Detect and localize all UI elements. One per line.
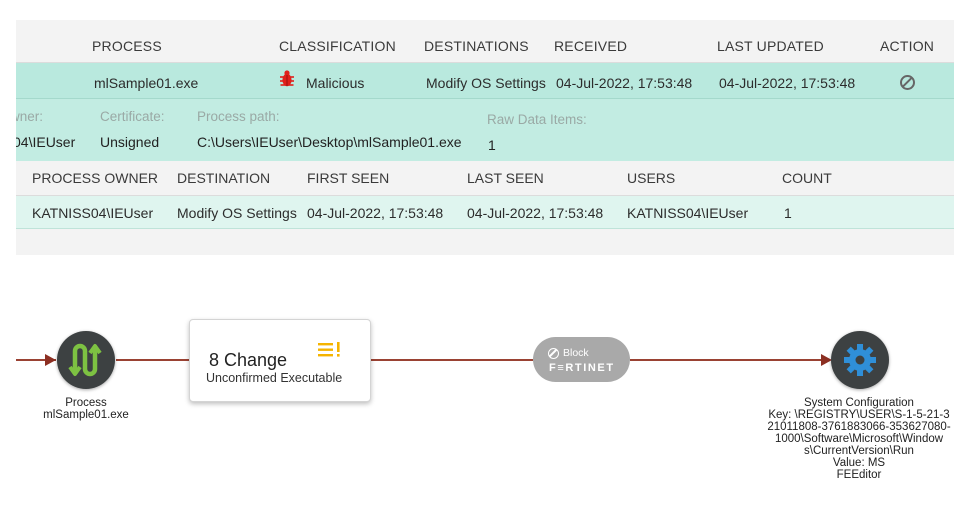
target-line: s\CurrentVersion\Run <box>804 445 914 457</box>
col-users[interactable]: USERS <box>627 170 675 186</box>
sub-destination-value: Modify OS Settings <box>177 205 297 221</box>
table-row[interactable]: KATNISS04\IEUser Modify OS Settings 04-J… <box>16 196 954 229</box>
certificate-value: Unsigned <box>100 134 160 150</box>
col-last-updated[interactable]: LAST UPDATED <box>717 38 824 54</box>
gear-icon <box>844 344 876 376</box>
count-value: 1 <box>784 205 792 221</box>
first-seen-value: 04-Jul-2022, 17:53:48 <box>307 205 444 221</box>
col-process-owner[interactable]: PROCESS OWNER <box>32 170 158 186</box>
block-node[interactable]: Block F≡RTINET <box>533 337 630 382</box>
col-first-seen[interactable]: FIRST SEEN <box>307 170 389 186</box>
target-line: Value: MS <box>832 457 886 469</box>
process-node-label: Process mlSample01.exe <box>28 397 144 421</box>
process-name: mlSample01.exe <box>94 75 199 91</box>
process-path-value: C:\Users\IEUser\Desktop\mlSample01.exe <box>197 134 462 150</box>
vendor-logo: F≡RTINET <box>549 362 615 374</box>
process-node[interactable] <box>57 331 115 389</box>
col-classification[interactable]: CLASSIFICATION <box>279 38 396 54</box>
process-owner-value: KATNISS04\IEUser <box>32 205 154 221</box>
destination-value: Modify OS Settings <box>426 75 546 91</box>
target-line: FEEditor <box>836 469 882 481</box>
raw-data-value[interactable]: 1 <box>488 137 496 153</box>
block-action-icon[interactable] <box>900 75 915 90</box>
col-last-seen[interactable]: LAST SEEN <box>467 170 544 186</box>
target-node-label: System Configuration Key: \REGISTRY\USER… <box>744 397 974 481</box>
raw-data-label: Raw Data Items: <box>487 112 587 127</box>
alert-list-icon <box>318 342 340 357</box>
target-line: 21011808-3761883066-353627080- <box>767 421 951 433</box>
target-node[interactable] <box>831 331 889 389</box>
flow-connector <box>116 359 189 361</box>
flow-connector <box>371 359 533 361</box>
certificate-label: Certificate: <box>100 109 165 124</box>
event-table: PROCESS CLASSIFICATION DESTINATIONS RECE… <box>16 20 954 255</box>
block-icon <box>548 348 559 359</box>
target-line: Key: \REGISTRY\USER\S-1-5-21-3 <box>768 409 950 421</box>
last-updated-value: 04-Jul-2022, 17:53:48 <box>719 75 856 91</box>
block-label: Block <box>563 347 589 359</box>
col-destinations[interactable]: DESTINATIONS <box>424 38 529 54</box>
process-node-name: mlSample01.exe <box>43 409 129 421</box>
table-header: PROCESS CLASSIFICATION DESTINATIONS RECE… <box>16 20 954 63</box>
change-subtitle: Unconfirmed Executable <box>206 371 343 385</box>
sub-table-header: PROCESS OWNER DESTINATION FIRST SEEN LAS… <box>16 161 954 196</box>
row-details: wner: 04\IEUser Certificate: Unsigned Pr… <box>16 99 954 161</box>
classification-value: Malicious <box>306 75 365 91</box>
table-row-selected[interactable]: mlSample01.exe Malicious Modify OS Setti… <box>16 63 954 99</box>
flow-connector <box>630 359 830 361</box>
process-path-label: Process path: <box>197 109 280 124</box>
col-destination[interactable]: DESTINATION <box>177 170 270 186</box>
malware-bug-icon <box>280 70 294 87</box>
change-card[interactable]: 8 Change Unconfirmed Executable <box>189 319 371 402</box>
process-icon <box>68 343 102 377</box>
flow-arrow <box>45 354 56 366</box>
col-action[interactable]: ACTION <box>880 38 934 54</box>
target-line: 1000\Software\Microsoft\Window <box>774 433 944 445</box>
owner-label: wner: <box>16 109 44 124</box>
target-line: System Configuration <box>804 397 914 409</box>
received-value: 04-Jul-2022, 17:53:48 <box>556 75 693 91</box>
last-seen-value: 04-Jul-2022, 17:53:48 <box>467 205 604 221</box>
users-value: KATNISS04\IEUser <box>627 205 749 221</box>
change-title: 8 Change <box>209 350 288 370</box>
col-received[interactable]: RECEIVED <box>554 38 627 54</box>
col-process[interactable]: PROCESS <box>92 38 162 54</box>
col-count[interactable]: COUNT <box>782 170 832 186</box>
owner-value: 04\IEUser <box>16 134 76 150</box>
process-node-title: Process <box>65 397 107 409</box>
